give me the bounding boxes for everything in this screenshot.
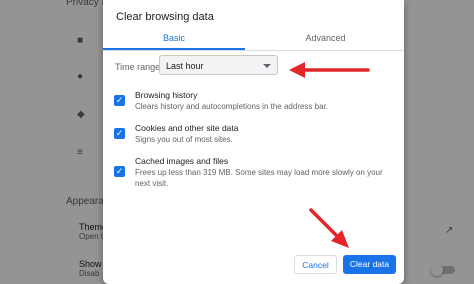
cancel-button[interactable]: Cancel — [294, 255, 337, 274]
time-range-label: Time range — [115, 62, 161, 72]
option-desc: Signs you out of most sites. — [135, 135, 233, 144]
tab-advanced[interactable]: Advanced — [253, 29, 398, 49]
clear-browsing-data-dialog: Clear browsing data Basic Advanced Time … — [103, 0, 404, 284]
time-range-select[interactable]: Last hour — [159, 55, 278, 75]
clear-data-button[interactable]: Clear data — [343, 255, 396, 274]
dialog-tabs: Basic Advanced — [103, 29, 404, 51]
dialog-title: Clear browsing data — [116, 11, 214, 23]
browsing-history-checkbox[interactable]: ✓ — [114, 95, 125, 106]
option-desc: Frees up less than 319 MB. Some sites ma… — [135, 168, 383, 188]
option-title: Cached images and files — [135, 156, 229, 166]
option-desc: Clears history and autocompletions in th… — [135, 102, 328, 111]
cached-images-checkbox[interactable]: ✓ — [114, 166, 125, 177]
cookies-checkbox[interactable]: ✓ — [114, 128, 125, 139]
time-range-value: Last hour — [166, 61, 204, 71]
option-title: Browsing history — [135, 90, 198, 100]
tab-basic[interactable]: Basic — [103, 29, 245, 50]
option-title: Cookies and other site data — [135, 123, 239, 133]
chevron-down-icon — [263, 64, 271, 68]
